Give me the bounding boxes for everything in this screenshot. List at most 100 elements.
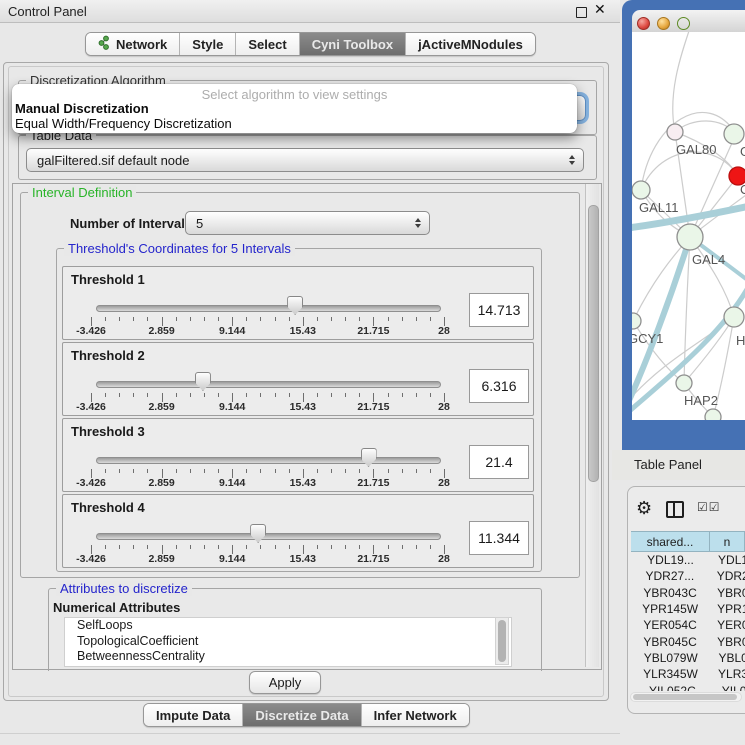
threshold-4-label: Threshold 4 <box>71 500 145 515</box>
node-bottom[interactable] <box>705 409 721 420</box>
threshold-1-label: Threshold 1 <box>71 272 145 287</box>
node-label-hap2: HAP2 <box>684 393 718 408</box>
numerical-attributes-list[interactable]: SelfLoops TopologicalCoefficient Between… <box>64 617 512 667</box>
threshold-3-row: Threshold 3 -3.4262.8599.14415.4321.7152… <box>62 418 534 492</box>
panel-scrollbar[interactable] <box>585 184 599 667</box>
cyni-bottom-tabs: Impute Data Discretize Data Infer Networ… <box>143 703 470 727</box>
table-row[interactable]: YIL052CYIL0 <box>631 682 745 691</box>
tab-style[interactable]: Style <box>180 33 236 55</box>
list-item[interactable]: SelfLoops <box>65 618 511 634</box>
table-row[interactable]: YBR043CYBR0 <box>631 585 745 601</box>
threshold-1-slider-thumb[interactable] <box>287 296 303 315</box>
tab-cyni-toolbox[interactable]: Cyni Toolbox <box>300 33 406 55</box>
checkbox-icons[interactable]: ☑☑ <box>697 500 721 514</box>
dropdown-option-manual[interactable]: Manual Discretization <box>15 101 149 116</box>
table-hscrollbar-thumb[interactable] <box>633 694 737 700</box>
table-panel-title: Table Panel <box>634 457 702 472</box>
interval-definition-title: Interval Definition <box>28 185 136 200</box>
panel-title: Control Panel <box>8 4 87 19</box>
number-of-intervals-label: Number of Intervals <box>70 216 192 231</box>
table-row[interactable]: YDR27...YDR2 <box>631 568 745 584</box>
threshold-1-value-field[interactable]: 14.713 <box>469 293 529 327</box>
list-item[interactable]: TopologicalCoefficient <box>65 634 511 650</box>
combo-arrows-icon <box>569 155 575 165</box>
node-attribute-table[interactable]: shared... n YDL19...YDL1 YDR27...YDR2 YB… <box>631 531 745 691</box>
node-gcy1[interactable] <box>632 313 641 329</box>
threshold-1-row: Threshold 1 -3.4262.8599.14415.4321.7152… <box>62 266 534 340</box>
control-panel-titlebar: Control Panel ✕ <box>0 0 620 23</box>
tab-impute-data[interactable]: Impute Data <box>144 704 243 726</box>
node-h[interactable] <box>724 307 744 327</box>
table-row[interactable]: YDL19...YDL1 <box>631 552 745 568</box>
threshold-3-slider-track[interactable] <box>96 457 441 464</box>
node-top-right[interactable] <box>724 124 744 144</box>
threshold-4-row: Threshold 4 -3.4262.8599.14415.4321.7152… <box>62 494 534 568</box>
close-icon[interactable]: ✕ <box>594 2 606 18</box>
threshold-2-label: Threshold 2 <box>71 348 145 363</box>
threshold-4-slider-thumb[interactable] <box>250 524 266 543</box>
node-hap2[interactable] <box>676 375 692 391</box>
table-row[interactable]: YER054CYER0 <box>631 617 745 633</box>
node-label-gal11: GAL11 <box>639 200 679 215</box>
table-panel-header: Table Panel <box>612 450 745 480</box>
panel-scrollbar-thumb[interactable] <box>588 205 599 482</box>
tab-infer-network[interactable]: Infer Network <box>362 704 469 726</box>
tab-discretize-data[interactable]: Discretize Data <box>243 704 361 726</box>
threshold-2-value-field[interactable]: 6.316 <box>469 369 529 403</box>
close-traffic-light-icon[interactable] <box>637 17 650 30</box>
thresholds-group-title: Threshold's Coordinates for 5 Intervals <box>64 241 295 256</box>
threshold-4-value-field[interactable]: 11.344 <box>469 521 529 555</box>
network-window-titlebar <box>632 10 745 33</box>
attributes-group-title: Attributes to discretize <box>56 581 192 596</box>
table-row[interactable]: YLR345WYLR3 <box>631 666 745 682</box>
threshold-3-slider-thumb[interactable] <box>361 448 377 467</box>
threshold-2-slider-track[interactable] <box>96 381 441 388</box>
table-row[interactable]: YPR145WYPR1 <box>631 601 745 617</box>
table-data-value: galFiltered.sif default node <box>37 153 189 168</box>
float-window-icon[interactable] <box>576 7 587 18</box>
table-data-select[interactable]: galFiltered.sif default node <box>26 148 584 172</box>
node-gal11[interactable] <box>632 181 650 199</box>
threshold-2-slider-thumb[interactable] <box>195 372 211 391</box>
numerical-attributes-label: Numerical Attributes <box>53 600 180 615</box>
apply-button[interactable]: Apply <box>249 671 321 694</box>
control-panel-tabs: Network Style Select Cyni Toolbox jActiv… <box>85 32 536 56</box>
threshold-4-slider-track[interactable] <box>96 533 441 540</box>
node-label-gcy1: GCY1 <box>632 331 663 346</box>
gear-icon[interactable]: ⚙ <box>636 498 652 519</box>
tab-network[interactable]: Network <box>86 33 180 55</box>
minimize-traffic-light-icon[interactable] <box>657 17 670 30</box>
number-of-intervals-value: 5 <box>196 216 203 231</box>
node-label-gal80: GAL80 <box>676 142 716 157</box>
column-header-shared-name[interactable]: shared... <box>631 531 710 552</box>
tab-select[interactable]: Select <box>236 33 299 55</box>
node-label-h: H <box>736 333 745 348</box>
node-label-clipped-g: G <box>740 144 745 159</box>
zoom-traffic-light-icon[interactable] <box>677 17 690 30</box>
table-horizontal-scrollbar[interactable] <box>630 692 742 702</box>
table-row[interactable]: YBR045CYBR0 <box>631 633 745 649</box>
split-columns-icon[interactable] <box>666 501 684 518</box>
dropdown-option-equal-width[interactable]: Equal Width/Frequency Discretization <box>15 116 232 131</box>
threshold-2-row: Threshold 2 -3.4262.8599.14415.4321.7152… <box>62 342 534 416</box>
table-header-row: shared... n <box>631 531 745 552</box>
list-scrollbar[interactable] <box>495 617 509 665</box>
number-of-intervals-select[interactable]: 5 <box>185 211 430 235</box>
list-item[interactable]: BetweennessCentrality <box>65 649 511 665</box>
algorithm-dropdown-popup: Select algorithm to view settings Manual… <box>12 84 577 133</box>
table-row[interactable]: YBL079WYBL0 <box>631 650 745 666</box>
threshold-3-label: Threshold 3 <box>71 424 145 439</box>
threshold-3-value-field[interactable]: 21.4 <box>469 445 529 479</box>
combo-arrows-icon <box>415 218 421 228</box>
node-gal80[interactable] <box>667 124 683 140</box>
network-canvas[interactable]: GAL80 G C GAL11 GAL4 GCY1 H HAP2 <box>632 32 745 420</box>
divider <box>0 733 620 734</box>
tab-jactivemnodules[interactable]: jActiveMNodules <box>406 33 535 55</box>
column-header-name[interactable]: n <box>710 531 745 552</box>
node-gal4[interactable] <box>677 224 703 250</box>
node-label-gal4: GAL4 <box>692 252 725 267</box>
threshold-1-slider-track[interactable] <box>96 305 441 312</box>
dropdown-placeholder-item[interactable]: Select algorithm to view settings <box>12 87 577 102</box>
node-label-clipped-c: C <box>740 182 745 197</box>
network-graph-icon <box>98 35 110 53</box>
